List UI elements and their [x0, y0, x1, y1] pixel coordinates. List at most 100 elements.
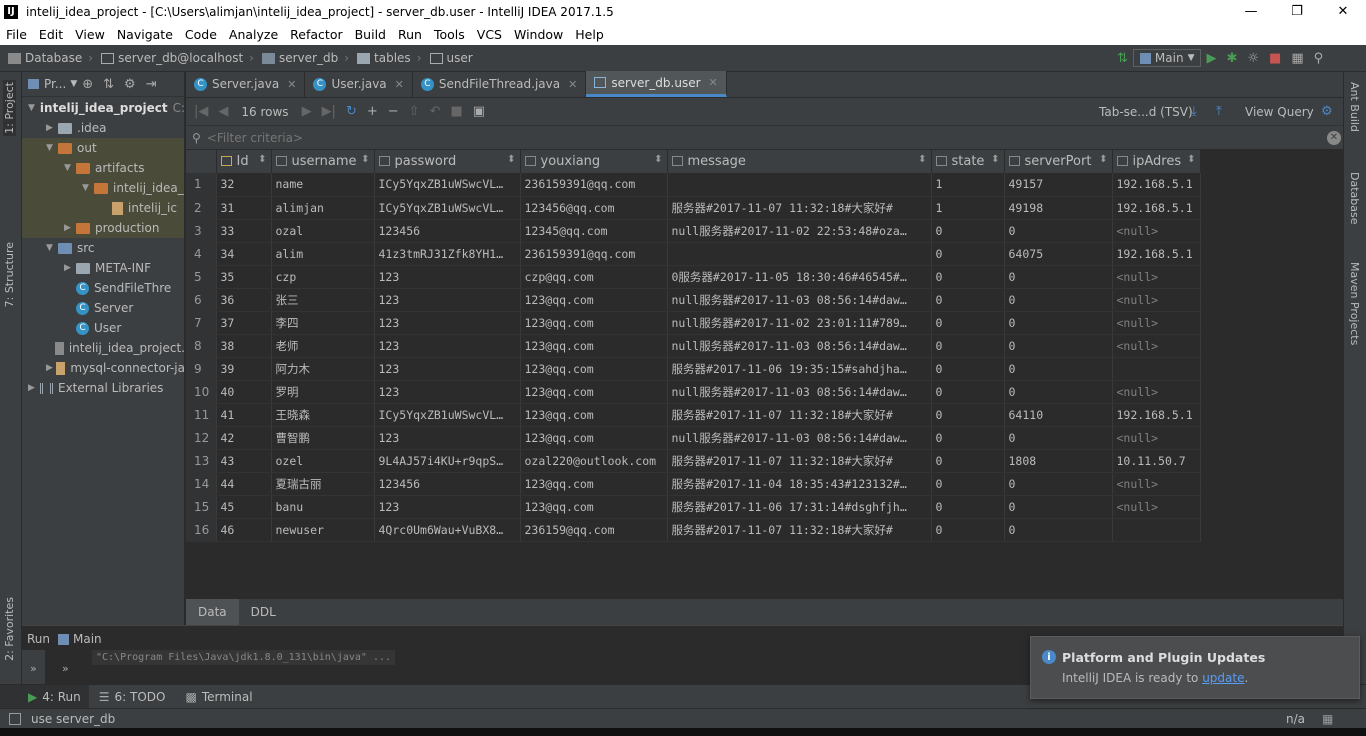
tree-item[interactable]: ▶ mysql-connector-ja	[22, 358, 184, 378]
table-cell[interactable]: null服务器#2017-11-03 08:56:14#daw…	[667, 288, 932, 312]
build-icon[interactable]: ⇅	[1117, 51, 1128, 66]
table-cell[interactable]: 37	[216, 311, 272, 335]
table-cell[interactable]: 服务器#2017-11-04 18:35:43#123132#…	[667, 472, 932, 496]
tree-item[interactable]: ▶ META-INF	[22, 258, 184, 278]
expand-icon[interactable]: »	[22, 650, 46, 684]
update-link[interactable]: update	[1202, 671, 1244, 685]
debug-icon[interactable]: ✱	[1226, 51, 1237, 66]
menu-build[interactable]: Build	[349, 27, 392, 42]
table-cell[interactable]: 夏瑞古丽	[271, 472, 375, 496]
sort-icon[interactable]: ⬍	[361, 154, 369, 165]
table-cell[interactable]: 123@qq.com	[520, 472, 668, 496]
table-cell[interactable]: 49198	[1004, 196, 1113, 220]
table-cell[interactable]: ozal	[271, 219, 375, 243]
table-cell[interactable]: null服务器#2017-11-02 23:01:11#789…	[667, 311, 932, 335]
table-cell[interactable]: 123@qq.com	[520, 380, 668, 404]
column-header-ipadres[interactable]: ipAdres ⬍	[1112, 150, 1201, 173]
table-cell[interactable]: 34	[216, 242, 272, 266]
table-cell[interactable]: 192.168.5.1	[1112, 242, 1201, 266]
table-cell[interactable]: 10.11.50.7	[1112, 449, 1201, 473]
table-row[interactable]: 2 31 alimjan ICy5YqxZB1uWSwcVL… 123456@qq.co…	[186, 196, 1201, 220]
table-cell[interactable]: czp	[271, 265, 375, 289]
chevron-down-icon[interactable]: ▼	[70, 79, 77, 89]
expanded-arrow-icon[interactable]: ▼	[82, 183, 94, 193]
menu-vcs[interactable]: VCS	[471, 27, 508, 42]
sort-icon[interactable]: ⬍	[654, 154, 662, 165]
table-cell[interactable]: ozel	[271, 449, 375, 473]
table-cell[interactable]: <null>	[1112, 380, 1201, 404]
tab-sendfilethread-java[interactable]: C SendFileThread.java ✕	[413, 71, 587, 97]
table-row[interactable]: 8 38 老师 123 123@qq.com null服务器#2017-11-03 08:…	[186, 334, 1201, 358]
table-cell[interactable]: ICy5YqxZB1uWSwcVL…	[374, 403, 521, 427]
table-cell[interactable]: 39	[216, 357, 272, 381]
table-cell[interactable]: 服务器#2017-11-07 11:32:18#大家好#	[667, 518, 932, 542]
table-cell[interactable]: 老师	[271, 334, 375, 358]
breadcrumb-schema[interactable]: server_db ›	[261, 51, 349, 65]
table-row[interactable]: 14 44 夏瑞古丽 123456 123@qq.com 服务器#2017-11-04 1…	[186, 472, 1201, 496]
tool-tab-todo[interactable]: ☰ 6: TODO	[89, 685, 176, 709]
table-cell[interactable]: 1808	[1004, 449, 1113, 473]
table-cell[interactable]: 0	[1004, 495, 1113, 519]
submit-icon[interactable]: ⇧	[409, 104, 420, 119]
menu-navigate[interactable]: Navigate	[111, 27, 179, 42]
table-cell[interactable]: 123@qq.com	[520, 495, 668, 519]
table-cell[interactable]: 123@qq.com	[520, 311, 668, 335]
tree-item[interactable]: ▶ .idea	[22, 118, 184, 138]
column-header-youxiang[interactable]: youxiang ⬍	[520, 150, 668, 173]
table-cell[interactable]: 123	[374, 288, 521, 312]
first-page-icon[interactable]: |◀	[194, 104, 208, 119]
download-icon[interactable]: ⤓	[1191, 104, 1197, 119]
table-cell[interactable]: 236159391@qq.com	[520, 242, 668, 266]
tree-item[interactable]: ▼ src	[22, 238, 184, 258]
table-cell[interactable]: 曹智鹏	[271, 426, 375, 450]
menu-refactor[interactable]: Refactor	[284, 27, 348, 42]
table-cell[interactable]: 0	[931, 426, 1005, 450]
upload-icon[interactable]: ⤒	[1216, 104, 1222, 119]
table-cell[interactable]: 0	[1004, 380, 1113, 404]
table-cell[interactable]: 123	[374, 265, 521, 289]
table-row[interactable]: 3 33 ozal 123456 12345@qq.com null服务器#2017-11…	[186, 219, 1201, 243]
filter-input[interactable]	[206, 130, 1107, 145]
table-cell[interactable]: 0	[1004, 426, 1113, 450]
collapsed-arrow-icon[interactable]: ▶	[28, 383, 40, 393]
search-everywhere-icon[interactable]: ⚲	[1314, 51, 1324, 66]
collapsed-arrow-icon[interactable]: ▶	[46, 363, 56, 373]
menu-edit[interactable]: Edit	[33, 27, 69, 42]
expanded-arrow-icon[interactable]: ▼	[28, 103, 35, 113]
table-cell[interactable]: <null>	[1112, 265, 1201, 289]
expand-icon[interactable]: »	[52, 650, 88, 684]
table-cell[interactable]: 0	[1004, 357, 1113, 381]
menu-run[interactable]: Run	[392, 27, 428, 42]
table-cell[interactable]: 4Qrc0Um6Wau+VuBX8…	[374, 518, 521, 542]
reload-icon[interactable]: ↻	[346, 104, 357, 119]
table-cell[interactable]: 服务器#2017-11-06 17:31:14#dsghfjh…	[667, 495, 932, 519]
table-cell[interactable]: 0	[1004, 219, 1113, 243]
tab-data[interactable]: Data	[186, 598, 239, 626]
expanded-arrow-icon[interactable]: ▼	[46, 143, 58, 153]
table-cell[interactable]: 0	[931, 449, 1005, 473]
table-cell[interactable]: alimjan	[271, 196, 375, 220]
table-cell[interactable]: 31	[216, 196, 272, 220]
breadcrumb-database[interactable]: Database ›	[8, 51, 93, 65]
column-header-serverport[interactable]: serverPort ⬍	[1004, 150, 1113, 173]
menu-code[interactable]: Code	[179, 27, 223, 42]
tree-item[interactable]: C Server	[22, 298, 184, 318]
column-header-id[interactable]: Id ⬍	[216, 150, 272, 173]
minimize-button[interactable]: —	[1228, 0, 1274, 23]
table-cell[interactable]: 0	[931, 380, 1005, 404]
collapsed-arrow-icon[interactable]: ▶	[64, 263, 76, 273]
tree-item[interactable]: ▶ External Libraries	[22, 378, 184, 398]
table-cell[interactable]: 0	[931, 288, 1005, 312]
table-cell[interactable]: 0	[1004, 518, 1113, 542]
table-cell[interactable]: 192.168.5.1	[1112, 403, 1201, 427]
close-tab-icon[interactable]: ✕	[395, 78, 404, 91]
table-cell[interactable]: 0	[1004, 265, 1113, 289]
table-cell[interactable]: 1	[931, 173, 1005, 197]
run-config-name[interactable]: Main	[73, 632, 102, 646]
clear-filter-icon[interactable]: ✕	[1327, 130, 1341, 145]
table-cell[interactable]	[667, 173, 932, 197]
table-row[interactable]: 12 42 曹智鹏 123 123@qq.com null服务器#2017-11-03 0…	[186, 426, 1201, 450]
last-page-icon[interactable]: ▶|	[322, 104, 336, 119]
export-format-selector[interactable]: Tab-se...d (TSV)	[1099, 105, 1193, 119]
expanded-arrow-icon[interactable]: ▼	[64, 163, 76, 173]
